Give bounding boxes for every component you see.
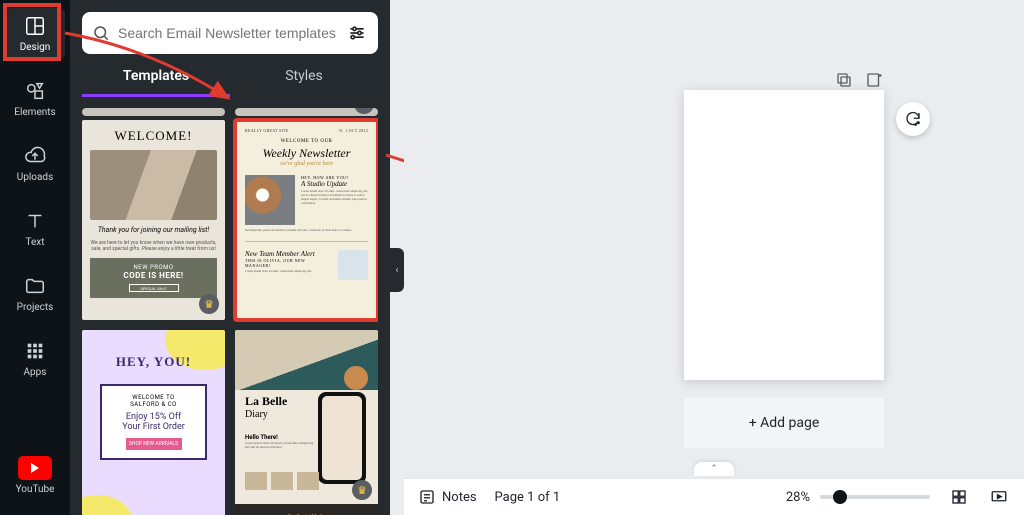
crown-icon: ♛	[199, 294, 219, 314]
promo-line: WELCOME TO SALFORD & CO	[110, 394, 197, 408]
promo-line: CODE IS HERE!	[94, 271, 213, 280]
section-body: Lorem ipsum dolor sit amet, consectetur …	[245, 442, 315, 450]
crown-icon: ♛	[352, 480, 372, 500]
tab-styles[interactable]: Styles	[230, 68, 378, 97]
page-indicator[interactable]: Page 1 of 1	[495, 490, 561, 505]
bottom-bar: Notes Page 1 of 1 28%	[404, 478, 1024, 515]
section-title: Hello There!	[245, 434, 278, 441]
zoom-control: 28%	[786, 490, 930, 505]
decoration	[82, 495, 132, 515]
phone-mockup	[318, 392, 366, 484]
rail-item-elements[interactable]: Elements	[5, 73, 65, 124]
shapes-icon	[23, 79, 47, 103]
add-page-button[interactable]: + Add page	[684, 398, 884, 448]
rail-item-projects[interactable]: Projects	[5, 268, 65, 319]
section-body: Lorem ipsum dolor sit amet, consectetur …	[245, 270, 332, 274]
card-body: We are here to let you know when we have…	[90, 240, 217, 252]
rail-label: Uploads	[17, 172, 53, 183]
card-image	[90, 150, 217, 220]
card-promo: NEW PROMO CODE IS HERE! SPECIAL SALE	[90, 258, 217, 298]
zoom-thumb[interactable]	[833, 490, 847, 504]
card-footer: Our Social Media	[235, 504, 378, 515]
tab-templates[interactable]: Templates	[82, 68, 230, 97]
crown-icon: ♛	[354, 108, 374, 114]
section-sub: THIS IS OLIVIA, OUR NEW MANAGER!	[245, 258, 332, 268]
rail-item-text[interactable]: Text	[5, 203, 65, 254]
rail-item-uploads[interactable]: Uploads	[5, 138, 65, 189]
card-title: La Belle Diary	[245, 394, 287, 420]
template-card-la-belle[interactable]: La Belle Diary Hello There! Lorem ipsum …	[235, 330, 378, 515]
grid-view-icon[interactable]	[948, 486, 970, 508]
title-line: La Belle	[245, 394, 287, 409]
cloud-upload-icon	[23, 144, 47, 168]
section-title: A Studio Update	[301, 180, 368, 188]
folder-icon	[23, 274, 47, 298]
text-icon	[23, 209, 47, 233]
template-card-hey-you[interactable]: HEY, YOU! WELCOME TO SALFORD & CO Enjoy …	[82, 330, 225, 515]
promo-button: SHOP NEW ARRIVALS	[126, 438, 182, 450]
card-headline: WELCOME!	[90, 128, 217, 144]
search-input[interactable]	[118, 25, 338, 41]
card-image	[245, 175, 295, 225]
card-script: we're glad you're here	[245, 161, 368, 167]
panel-tabs: Templates Styles	[82, 68, 378, 97]
present-icon[interactable]	[988, 486, 1010, 508]
section-body: Lorem ipsum dolor sit amet, consectetur …	[301, 190, 368, 206]
youtube-icon	[18, 456, 52, 480]
template-sliver[interactable]: ♛	[235, 108, 378, 116]
template-card-welcome[interactable]: WELCOME! Thank you for joining our maili…	[82, 120, 225, 320]
card-brand: REALLY GREAT SITE	[245, 128, 289, 133]
section-body: Sed imperdiet, purus sed euismod pretium…	[245, 229, 368, 233]
panel-collapse-handle[interactable]: ‹	[390, 248, 404, 292]
rail-label: Text	[25, 237, 44, 248]
left-rail: Design Elements Uploads Text Projects Ap…	[0, 0, 70, 515]
notes-icon	[418, 488, 436, 506]
promo-button: SPECIAL SALE	[129, 284, 179, 292]
rail-item-youtube[interactable]: YouTube	[5, 450, 65, 501]
rail-item-apps[interactable]: Apps	[5, 333, 65, 384]
template-sliver[interactable]	[82, 108, 225, 116]
add-page-icon[interactable]	[864, 70, 884, 90]
duplicate-page-icon[interactable]	[834, 70, 854, 90]
promo-offer: Enjoy 15% Off Your First Order	[110, 412, 197, 432]
section-title: New Team Member Alert	[245, 250, 332, 258]
notes-label: Notes	[442, 490, 477, 505]
template-card-weekly-newsletter[interactable]: REALLY GREAT SITE N. 1 OCT 2023 WELCOME …	[235, 120, 378, 320]
card-kicker: WELCOME TO OUR	[245, 139, 368, 144]
rail-label: Design	[20, 42, 51, 53]
notes-button[interactable]: Notes	[418, 488, 477, 506]
rail-item-design[interactable]: Design	[5, 8, 65, 59]
rail-label: Apps	[24, 367, 47, 378]
card-title: Weekly Newsletter	[245, 146, 368, 161]
rail-label: Elements	[14, 107, 55, 118]
canvas-page[interactable]	[684, 90, 884, 380]
template-grid: ♛ WELCOME! Thank you for joining our mai…	[82, 108, 378, 515]
layout-icon	[23, 14, 47, 38]
rail-label: Projects	[17, 302, 54, 313]
grid-icon	[23, 339, 47, 363]
card-image	[338, 250, 368, 280]
card-promo-box: WELCOME TO SALFORD & CO Enjoy 15% Off Yo…	[100, 384, 207, 460]
zoom-slider[interactable]	[820, 495, 930, 499]
filter-icon[interactable]	[346, 22, 368, 44]
zoom-value: 28%	[786, 490, 810, 505]
card-date: N. 1 OCT 2023	[339, 128, 368, 133]
template-search[interactable]	[82, 12, 378, 54]
card-headline: HEY, YOU!	[82, 354, 225, 370]
thumbnail-row	[245, 472, 319, 490]
search-icon	[92, 24, 110, 42]
design-panel: Templates Styles ♛ WELCOME! Thank you fo…	[70, 0, 390, 515]
promo-line: NEW PROMO	[94, 264, 213, 271]
ai-regenerate-button[interactable]	[896, 102, 930, 136]
canvas-area: + Add page ⌃	[404, 0, 1024, 478]
rail-label: YouTube	[16, 484, 55, 495]
page-drawer-handle[interactable]: ⌃	[694, 462, 734, 476]
page-tools	[834, 70, 884, 90]
title-line: Diary	[245, 409, 287, 420]
decoration	[344, 366, 368, 390]
card-subhead: Thank you for joining our mailing list!	[90, 226, 217, 234]
